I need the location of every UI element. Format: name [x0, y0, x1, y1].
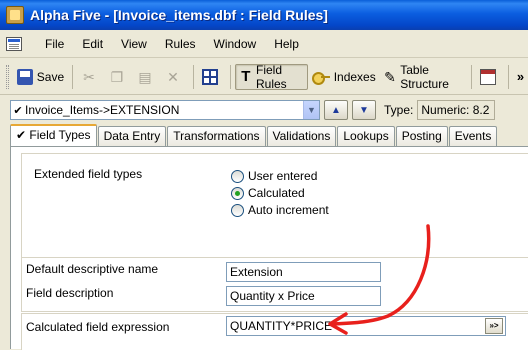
alpha-five-app-icon[interactable]	[6, 6, 24, 24]
table-structure-button[interactable]: ✎ Table Structure	[380, 62, 467, 91]
calculated-expression-input[interactable]: QUANTITY*PRICE »>	[226, 316, 506, 336]
arrow-down-icon: ▼	[359, 104, 369, 116]
field-rules-label: Field Rules	[256, 62, 287, 91]
calculated-expression-value: QUANTITY*PRICE	[230, 319, 333, 333]
tab-validations[interactable]: Validations	[266, 126, 337, 146]
tab-field-types-label: Field Types	[29, 128, 91, 142]
toolbar-grip[interactable]	[6, 64, 9, 89]
field-rules-button[interactable]: T Field Rules	[234, 62, 308, 91]
calculated-expression-label: Calculated field expression	[26, 320, 170, 334]
tab-events[interactable]: Events	[448, 126, 498, 146]
radio-user-entered[interactable]: User entered	[231, 169, 317, 183]
save-icon	[16, 68, 33, 85]
radio-button-icon	[231, 169, 244, 183]
window-title: Alpha Five - [Invoice_items.dbf : Field …	[30, 7, 328, 23]
menu-rules[interactable]: Rules	[156, 37, 205, 51]
menu-window[interactable]: Window	[205, 37, 266, 51]
radio-button-icon	[231, 203, 244, 217]
menu-help[interactable]: Help	[265, 37, 308, 51]
expression-builder-button[interactable]: »>	[485, 318, 503, 334]
calculated-expression-group: Calculated field expression QUANTITY*PRI…	[21, 313, 528, 350]
tab-lookups[interactable]: Lookups	[337, 126, 395, 146]
grid-icon	[201, 68, 218, 85]
document-icon[interactable]	[6, 36, 22, 51]
table-structure-icon: ✎	[384, 68, 396, 85]
toolbar-separator	[508, 64, 509, 89]
extended-types-label: Extended field types	[34, 167, 143, 181]
field-description-label: Field description	[26, 286, 114, 300]
menu-file[interactable]: File	[36, 37, 73, 51]
overflow-chevron-icon: »	[516, 69, 525, 84]
next-field-button[interactable]: ▼	[352, 100, 376, 120]
copy-icon: ❐	[110, 68, 124, 85]
type-value: Numeric: 8.2	[417, 100, 496, 120]
table-structure-label: Table Structure	[400, 62, 449, 91]
radio-auto-increment[interactable]: Auto increment	[231, 203, 329, 217]
save-label: Save	[36, 69, 65, 84]
toolbar-separator	[471, 64, 473, 89]
names-group: Default descriptive name Extension Field…	[21, 257, 528, 312]
key-icon	[311, 69, 330, 85]
indexes-button[interactable]: Indexes	[308, 64, 380, 90]
copy-button[interactable]: ❐	[105, 64, 133, 90]
radio-auto-increment-label: Auto increment	[248, 203, 329, 217]
tab-field-types[interactable]: ✔ Field Types	[10, 124, 97, 146]
field-combobox[interactable]: ✔ Invoice_Items->EXTENSION ▼	[10, 100, 320, 120]
title-bar: Alpha Five - [Invoice_items.dbf : Field …	[0, 0, 528, 30]
field-selector-row: ✔ Invoice_Items->EXTENSION ▼ ▲ ▼ Type: N…	[10, 99, 496, 121]
rule-tabs: ✔ Field Types Data Entry Transformations…	[10, 124, 498, 146]
field-types-panel: Extended field types User entered Calcul…	[10, 146, 528, 350]
radio-button-selected-icon	[231, 186, 244, 200]
save-button[interactable]: Save	[13, 64, 68, 90]
menu-edit[interactable]: Edit	[73, 37, 112, 51]
default-name-label: Default descriptive name	[26, 262, 159, 276]
delete-button[interactable]: ✕	[161, 64, 189, 90]
cut-button[interactable]: ✂	[77, 64, 105, 90]
checkmark-icon: ✔	[16, 128, 27, 142]
menu-view[interactable]: View	[112, 37, 156, 51]
tab-transformations[interactable]: Transformations	[167, 126, 266, 146]
default-name-input[interactable]: Extension	[226, 262, 381, 282]
paste-icon: ▤	[138, 68, 152, 85]
previous-field-button[interactable]: ▲	[324, 100, 348, 120]
calendar-icon	[480, 68, 497, 85]
toolbar-separator	[192, 64, 194, 89]
tab-data-entry[interactable]: Data Entry	[97, 126, 167, 146]
radio-calculated[interactable]: Calculated	[231, 186, 305, 200]
delete-icon: ✕	[167, 68, 179, 85]
type-label: Type:	[384, 103, 414, 117]
toolbar-overflow-button[interactable]: »	[513, 64, 528, 90]
radio-calculated-label: Calculated	[248, 186, 305, 200]
grid-view-button[interactable]	[198, 64, 226, 90]
chevron-down-icon[interactable]: ▼	[303, 101, 319, 119]
radio-user-entered-label: User entered	[248, 169, 318, 183]
paste-button[interactable]: ▤	[133, 64, 161, 90]
menu-bar: File Edit View Rules Window Help	[0, 30, 528, 58]
field-rules-icon: T	[241, 67, 251, 85]
toolbar: Save ✂ ❐ ▤ ✕ T Field Rules Indexes ✎ Tab…	[0, 59, 528, 95]
toolbar-separator	[229, 64, 231, 89]
extended-types-group: Extended field types User entered Calcul…	[21, 153, 528, 258]
cut-icon: ✂	[83, 68, 95, 85]
toolbar-separator	[72, 64, 73, 89]
tab-posting[interactable]: Posting	[395, 126, 448, 146]
arrow-up-icon: ▲	[331, 104, 341, 116]
calendar-button[interactable]	[476, 64, 504, 90]
indexes-label: Indexes	[333, 69, 376, 84]
field-combobox-value: Invoice_Items->EXTENSION	[25, 103, 180, 117]
checkmark-icon: ✔	[13, 104, 23, 117]
field-description-input[interactable]: Quantity x Price	[226, 286, 381, 306]
